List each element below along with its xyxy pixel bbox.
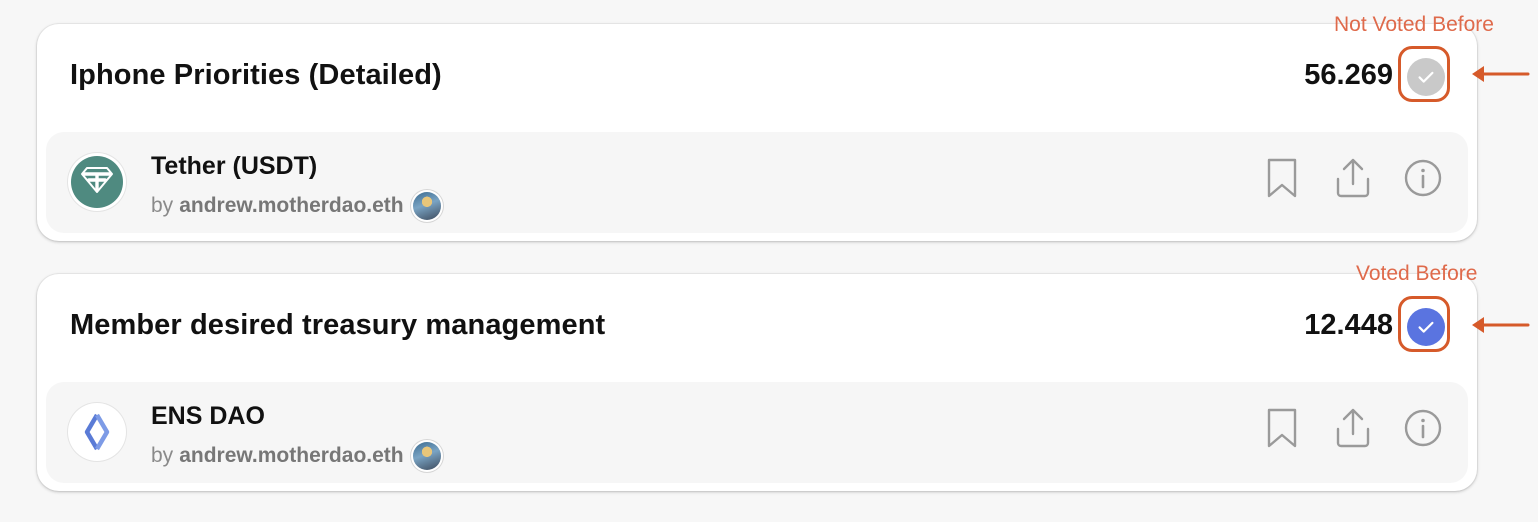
annotation-label: Voted Before — [1356, 262, 1478, 285]
info-icon — [1404, 409, 1442, 447]
project-row[interactable]: Tether (USDT) by andrew.motherdao.eth — [46, 132, 1468, 233]
project-name[interactable]: Tether (USDT) — [151, 152, 317, 181]
annotation-highlight — [1398, 296, 1450, 352]
author-name[interactable]: andrew.motherdao.eth — [179, 194, 403, 218]
page: Iphone Priorities (Detailed) 56.269 Teth… — [0, 0, 1538, 522]
ens-logo-icon — [68, 403, 126, 461]
bookmark-button[interactable] — [1263, 157, 1301, 199]
annotation-label: Not Voted Before — [1334, 13, 1494, 36]
info-button[interactable] — [1404, 407, 1442, 449]
share-icon — [1336, 408, 1370, 448]
card-title[interactable]: Member desired treasury management — [70, 309, 605, 342]
avatar[interactable] — [412, 442, 441, 470]
vote-score: 12.448 — [1304, 309, 1393, 341]
list-card[interactable]: Iphone Priorities (Detailed) 56.269 Teth… — [37, 24, 1477, 241]
byline: by andrew.motherdao.eth — [151, 442, 441, 470]
byline: by andrew.motherdao.eth — [151, 192, 441, 220]
by-label: by — [151, 194, 174, 217]
project-name[interactable]: ENS DAO — [151, 402, 265, 431]
share-button[interactable] — [1334, 407, 1372, 449]
by-label: by — [151, 444, 174, 467]
arrow-left-icon — [1472, 66, 1530, 82]
bookmark-button[interactable] — [1263, 407, 1301, 449]
arrow-left-icon — [1472, 317, 1530, 333]
share-button[interactable] — [1334, 157, 1372, 199]
avatar[interactable] — [412, 192, 441, 220]
card-title[interactable]: Iphone Priorities (Detailed) — [70, 59, 442, 92]
bookmark-icon — [1267, 158, 1297, 198]
bookmark-icon — [1267, 408, 1297, 448]
vote-score: 56.269 — [1304, 59, 1393, 91]
list-card[interactable]: Member desired treasury management 12.44… — [37, 274, 1477, 491]
share-icon — [1336, 158, 1370, 198]
info-icon — [1404, 159, 1442, 197]
annotation-highlight — [1398, 46, 1450, 102]
project-row[interactable]: ENS DAO by andrew.motherdao.eth — [46, 382, 1468, 483]
tether-logo-icon — [68, 153, 126, 211]
author-name[interactable]: andrew.motherdao.eth — [179, 444, 403, 468]
info-button[interactable] — [1404, 157, 1442, 199]
